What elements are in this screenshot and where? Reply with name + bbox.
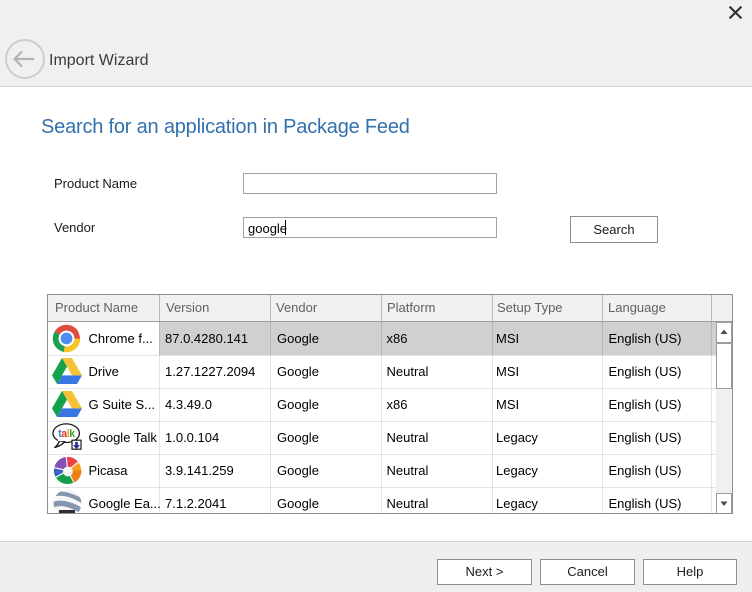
- svg-text:talk: talk: [58, 428, 75, 440]
